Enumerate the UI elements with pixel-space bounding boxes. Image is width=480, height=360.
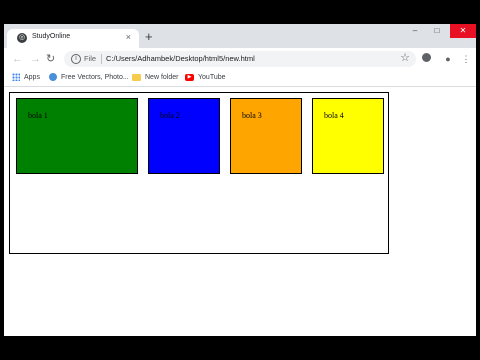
bookmark-apps[interactable]: Apps	[12, 73, 40, 83]
box-label: bola 2	[160, 111, 180, 120]
kebab-menu-icon[interactable]: ⋮	[460, 53, 472, 65]
info-icon[interactable]: i	[71, 54, 81, 64]
extension-icon[interactable]	[420, 53, 432, 65]
folder-icon	[132, 73, 141, 81]
star-bookmark-icon[interactable]: ☆	[400, 51, 410, 64]
bookmarks-bar: Apps Free Vectors, Photo... New folder ▶…	[4, 70, 476, 87]
address-bar[interactable]: i File C:/Users/Adhambek/Desktop/html5/n…	[64, 51, 416, 67]
boxes-container: bola 1 bola 2 bola 3 bola 4	[9, 92, 389, 254]
box-bola-3: bola 3	[230, 98, 302, 174]
globe-icon	[49, 73, 57, 82]
box-bola-1: bola 1	[16, 98, 138, 174]
browser-window: ◎ StudyOnline × + – □ ✕ ← → ↻ i File C:/…	[4, 24, 476, 336]
tab-title: StudyOnline	[32, 33, 71, 40]
bookmark-youtube[interactable]: ▶ YouTube	[185, 73, 226, 83]
bookmark-label: YouTube	[198, 74, 226, 81]
profile-icon[interactable]: ●	[442, 53, 454, 65]
forward-arrow-icon[interactable]: →	[30, 52, 41, 66]
maximize-icon[interactable]: □	[428, 24, 446, 38]
scheme-label: File	[84, 54, 97, 63]
globe-favicon-icon: ◎	[17, 33, 27, 43]
box-bola-2: bola 2	[148, 98, 220, 174]
youtube-icon: ▶	[185, 73, 194, 81]
reload-icon[interactable]: ↻	[46, 52, 55, 66]
address-divider	[101, 54, 102, 64]
apps-grid-icon	[12, 73, 20, 82]
close-tab-icon[interactable]: ×	[126, 32, 131, 42]
new-tab-button[interactable]: +	[145, 30, 153, 43]
bookmark-label: New folder	[145, 74, 179, 81]
bookmark-new-folder[interactable]: New folder	[132, 73, 178, 83]
tab-strip: ◎ StudyOnline × + – □ ✕	[4, 24, 476, 48]
close-window-icon[interactable]: ✕	[450, 24, 476, 38]
browser-toolbar: ← → ↻ i File C:/Users/Adhambek/Desktop/h…	[4, 48, 476, 70]
bookmark-free-vectors[interactable]: Free Vectors, Photo...	[49, 73, 129, 83]
box-bola-4: bola 4	[312, 98, 384, 174]
tab-studyonline[interactable]: ◎ StudyOnline ×	[7, 29, 139, 48]
box-label: bola 1	[28, 111, 48, 120]
bookmark-label: Apps	[24, 74, 40, 81]
bookmark-label: Free Vectors, Photo...	[61, 74, 129, 81]
box-label: bola 4	[324, 111, 344, 120]
back-arrow-icon[interactable]: ←	[12, 52, 23, 66]
url-text[interactable]: C:/Users/Adhambek/Desktop/html5/new.html	[106, 54, 255, 63]
box-label: bola 3	[242, 111, 262, 120]
minimize-icon[interactable]: –	[406, 24, 424, 38]
page-content: bola 1 bola 2 bola 3 bola 4	[4, 87, 476, 336]
